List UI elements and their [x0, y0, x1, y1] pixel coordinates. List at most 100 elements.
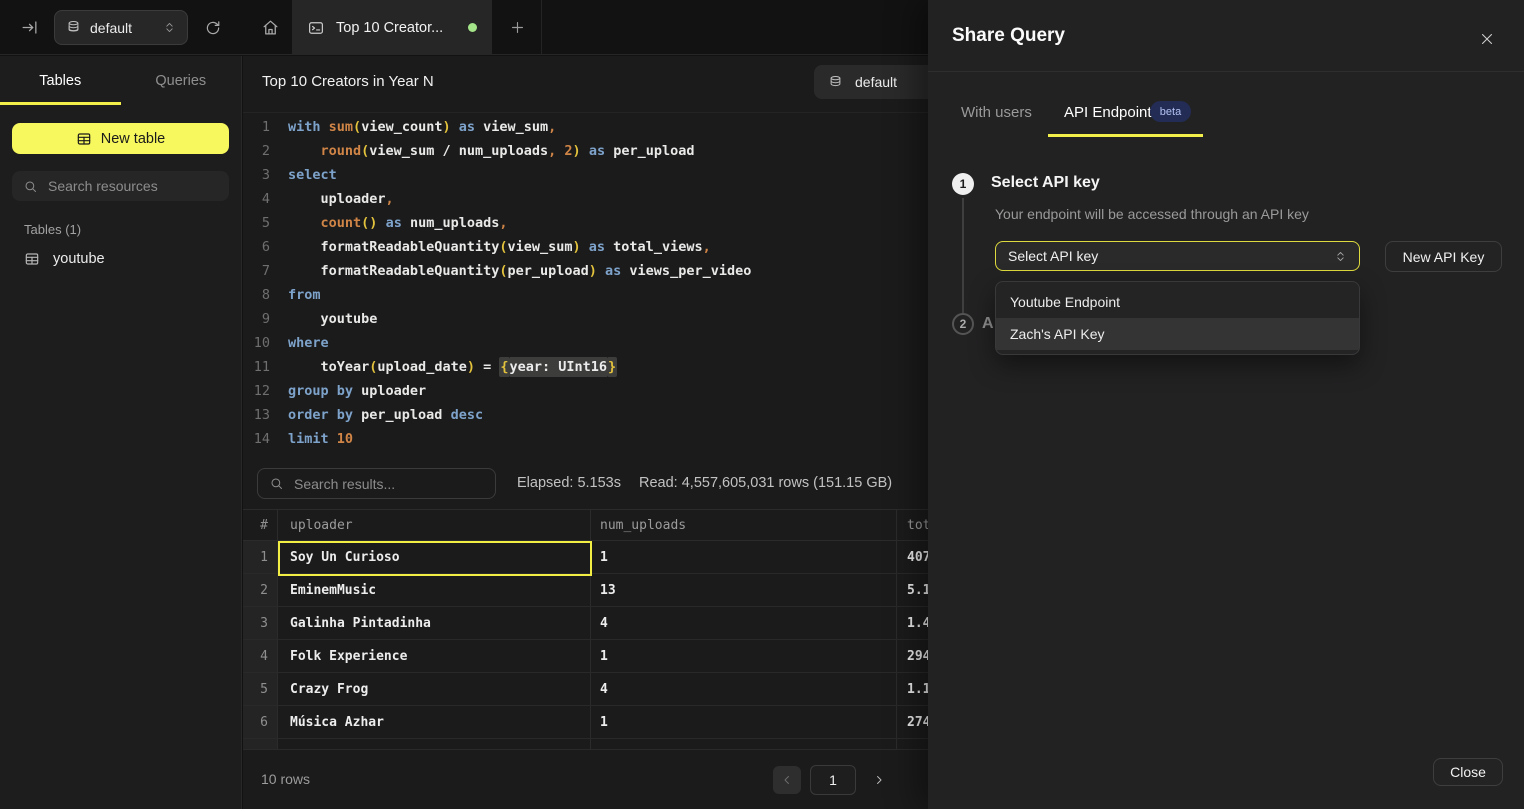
- tab-tables[interactable]: Tables: [0, 56, 121, 105]
- code-line: 9 youtube: [243, 307, 751, 331]
- elapsed-time: Elapsed: 5.153s: [517, 475, 621, 491]
- table-icon: [76, 131, 92, 147]
- code-line: 3select: [243, 163, 751, 187]
- line-number: 11: [243, 355, 270, 379]
- unsaved-status-dot: [468, 23, 477, 32]
- panel-title: Share Query: [952, 25, 1065, 47]
- search-resources-placeholder: Search resources: [48, 178, 158, 194]
- new-table-button[interactable]: New table: [12, 123, 229, 154]
- line-number: 8: [243, 283, 270, 307]
- api-key-dropdown-label: Select API key: [1008, 248, 1098, 264]
- sql-code-editor[interactable]: 1with sum(view_count) as view_sum,2 roun…: [243, 115, 751, 451]
- num-uploads-cell[interactable]: 1: [591, 640, 897, 672]
- select-chevrons-icon: [1334, 250, 1347, 263]
- uploader-cell[interactable]: Crazy Frog: [278, 673, 591, 705]
- code-line: 2 round(view_sum / num_uploads, 2) as pe…: [243, 139, 751, 163]
- tab-queries-label: Queries: [155, 73, 206, 89]
- row-index-cell[interactable]: 2: [243, 574, 278, 606]
- row-index-cell[interactable]: 5: [243, 673, 278, 705]
- search-results-placeholder: Search results...: [294, 476, 395, 492]
- tab-queries[interactable]: Queries: [121, 56, 242, 105]
- pagination-prev-button[interactable]: [773, 766, 801, 794]
- api-key-option[interactable]: Youtube Endpoint: [996, 286, 1359, 318]
- line-number: 2: [243, 139, 270, 163]
- code-line: 13order by per_upload desc: [243, 403, 751, 427]
- pagination-page-button[interactable]: 1: [810, 765, 856, 795]
- num-uploads-cell[interactable]: 1: [591, 706, 897, 738]
- code-line: 6 formatReadableQuantity(view_sum) as to…: [243, 235, 751, 259]
- uploader-cell[interactable]: Galinha Pintadinha: [278, 607, 591, 639]
- search-results-input[interactable]: Search results...: [257, 468, 496, 499]
- rows-read-stat: Read: 4,557,605,031 rows (151.15 GB): [639, 475, 892, 491]
- beta-badge: beta: [1150, 101, 1191, 122]
- uploader-cell[interactable]: Folk Experience: [278, 640, 591, 672]
- line-number: 4: [243, 187, 270, 211]
- uploader-cell[interactable]: Música Azhar: [278, 706, 591, 738]
- select-api-key-subtitle: Your endpoint will be accessed through a…: [995, 206, 1309, 222]
- column-header-index[interactable]: #: [243, 510, 278, 540]
- select-chevrons-icon: [163, 21, 176, 34]
- query-title: Top 10 Creators in Year N: [262, 73, 434, 90]
- row-index-cell[interactable]: 4: [243, 640, 278, 672]
- line-number: 14: [243, 427, 270, 451]
- api-key-dropdown-menu: Youtube EndpointZach's API Key: [995, 281, 1360, 355]
- pagination-next-button[interactable]: [867, 768, 891, 792]
- line-number: 12: [243, 379, 270, 403]
- sidebar-collapse-icon: [20, 18, 39, 37]
- step-2-title-partial: A: [982, 315, 994, 333]
- editor-database-label: default: [855, 74, 897, 90]
- sidebar-tabs: Tables Queries: [0, 56, 241, 105]
- share-query-panel: Share Query With users API Endpoint beta…: [928, 0, 1524, 809]
- new-tab-button[interactable]: [494, 0, 542, 55]
- code-line: 7 formatReadableQuantity(per_upload) as …: [243, 259, 751, 283]
- uploader-cell[interactable]: Soy Un Curioso: [278, 541, 591, 573]
- row-index-cell[interactable]: 3: [243, 607, 278, 639]
- line-number: 6: [243, 235, 270, 259]
- line-number: 13: [243, 403, 270, 427]
- line-number: 1: [243, 115, 270, 139]
- new-api-key-button[interactable]: New API Key: [1385, 241, 1502, 272]
- panel-close-button[interactable]: [1478, 30, 1498, 50]
- code-line: 8from: [243, 283, 751, 307]
- code-line: 1with sum(view_count) as view_sum,: [243, 115, 751, 139]
- row-index-cell[interactable]: 6: [243, 706, 278, 738]
- sidebar-table-item[interactable]: youtube: [0, 245, 241, 273]
- api-key-option[interactable]: Zach's API Key: [996, 318, 1359, 350]
- column-header-num-uploads[interactable]: num_uploads: [591, 510, 897, 540]
- line-number: 9: [243, 307, 270, 331]
- tables-section-label: Tables (1): [24, 222, 241, 237]
- database-selector-label: default: [90, 20, 154, 36]
- active-tab-underline: [1048, 134, 1203, 137]
- refresh-button[interactable]: [198, 0, 228, 55]
- step-1-indicator: 1: [952, 173, 974, 195]
- num-uploads-cell[interactable]: 4: [591, 607, 897, 639]
- sidebar-collapse-button[interactable]: [12, 0, 46, 55]
- database-icon: [66, 20, 81, 35]
- code-line: 5 count() as num_uploads,: [243, 211, 751, 235]
- row-count-label: 10 rows: [261, 771, 310, 787]
- uploader-cell[interactable]: EminemMusic: [278, 574, 591, 606]
- code-line: 14limit 10: [243, 427, 751, 451]
- code-line: 10where: [243, 331, 751, 355]
- num-uploads-cell[interactable]: 4: [591, 673, 897, 705]
- terminal-icon: [307, 19, 325, 37]
- home-button[interactable]: [250, 0, 290, 55]
- line-number: 10: [243, 331, 270, 355]
- app-window: default Top 10 Creator...: [0, 0, 1524, 809]
- query-tab-title: Top 10 Creator...: [336, 20, 457, 36]
- query-tab[interactable]: Top 10 Creator...: [292, 0, 492, 55]
- sidebar: Tables Queries New table Search resource…: [0, 56, 242, 809]
- tab-with-users[interactable]: With users: [961, 104, 1032, 121]
- search-resources-input[interactable]: Search resources: [12, 171, 229, 201]
- close-button[interactable]: Close: [1433, 758, 1503, 786]
- table-name: youtube: [53, 251, 105, 267]
- num-uploads-cell[interactable]: 1: [591, 541, 897, 573]
- refresh-icon: [204, 19, 222, 37]
- database-selector[interactable]: default: [54, 10, 188, 45]
- tab-api-endpoint[interactable]: API Endpoint: [1064, 104, 1152, 121]
- api-key-dropdown[interactable]: Select API key: [995, 241, 1360, 271]
- num-uploads-cell[interactable]: 13: [591, 574, 897, 606]
- search-icon: [23, 179, 38, 194]
- column-header-uploader[interactable]: uploader: [278, 510, 591, 540]
- row-index-cell[interactable]: 1: [243, 541, 278, 573]
